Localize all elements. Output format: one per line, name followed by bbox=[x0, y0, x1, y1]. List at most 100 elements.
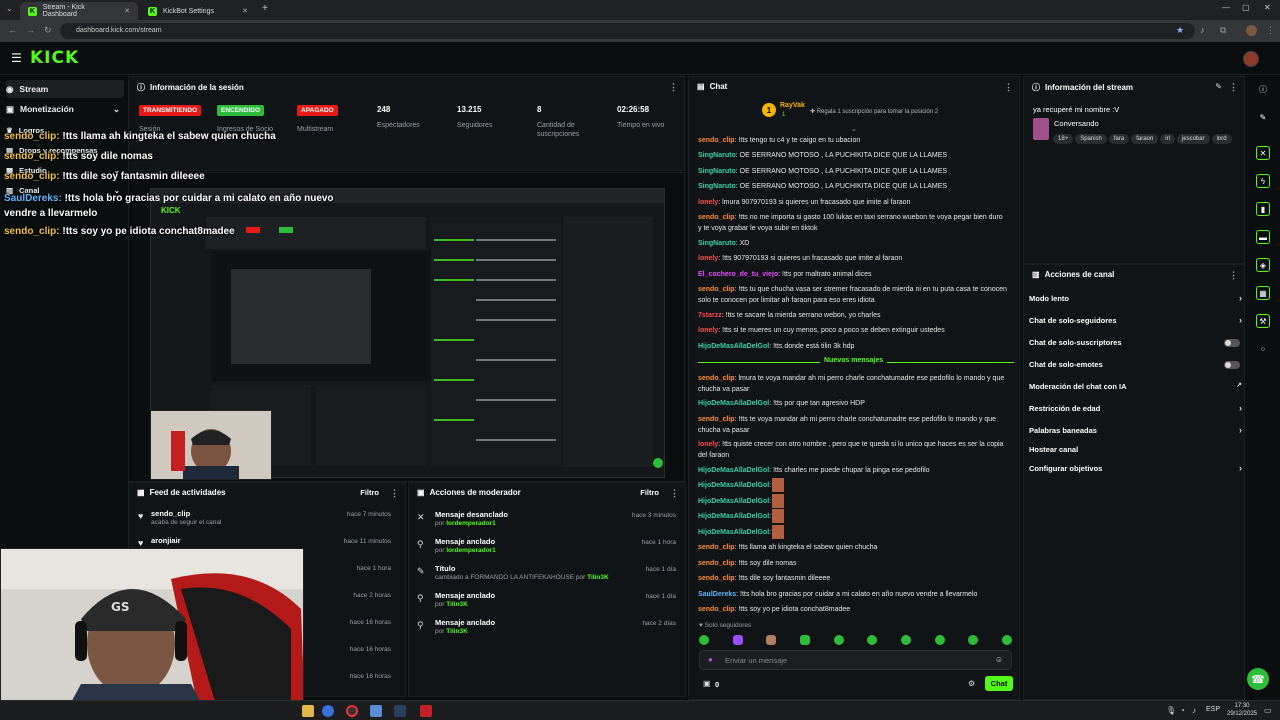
emote-icon[interactable] bbox=[900, 635, 911, 645]
clip-tool-icon[interactable]: ▮ bbox=[1256, 202, 1270, 216]
hamburger-menu-icon[interactable]: ☰ bbox=[11, 51, 22, 65]
emote-icon[interactable] bbox=[732, 635, 743, 645]
flash-tool-icon[interactable]: ϟ bbox=[1256, 174, 1270, 188]
profile-avatar[interactable] bbox=[1246, 25, 1257, 36]
language-indicator[interactable]: ESP bbox=[1206, 706, 1220, 713]
mic-icon[interactable]: ● bbox=[708, 655, 713, 664]
action-ai-moderation[interactable]: Moderación del chat con IA ↗ bbox=[1029, 382, 1244, 396]
forward-icon[interactable]: → bbox=[26, 25, 35, 35]
mod-by-user[interactable]: Tilin3K bbox=[446, 601, 468, 608]
reload-icon[interactable]: ↻ bbox=[44, 25, 52, 36]
action-goals[interactable]: Configurar objetivos › bbox=[1029, 463, 1244, 478]
feed-name[interactable]: aronjiair bbox=[151, 536, 181, 545]
more-options-icon[interactable]: ⋮ bbox=[1229, 270, 1238, 281]
moderator-filter-button[interactable]: Filtro bbox=[640, 488, 659, 497]
chat-username[interactable]: SingNaruto bbox=[698, 152, 736, 159]
emote-icon[interactable] bbox=[867, 635, 878, 645]
chat-username[interactable]: SingNaruto bbox=[698, 183, 736, 190]
chat-username[interactable]: El_cochero_de_tu_viejo bbox=[698, 271, 778, 278]
points-icon[interactable]: ▣ bbox=[703, 679, 711, 688]
leader-username[interactable]: RayVak bbox=[780, 102, 805, 109]
chat-send-button[interactable]: Chat bbox=[985, 676, 1013, 691]
sidebar-item-stream[interactable]: ◉ Stream bbox=[6, 80, 124, 98]
close-icon[interactable]: ✕ bbox=[124, 7, 130, 15]
edit-icon[interactable]: ✎ bbox=[1215, 82, 1222, 91]
emote-icon[interactable] bbox=[968, 635, 979, 645]
back-icon[interactable]: ← bbox=[8, 25, 17, 35]
tag[interactable]: 18+ bbox=[1053, 134, 1074, 144]
help-chat-icon[interactable]: ☎ bbox=[1247, 668, 1269, 690]
emote-icon[interactable] bbox=[833, 635, 844, 645]
apps-tool-icon[interactable]: ⁘ bbox=[1256, 342, 1270, 356]
maximize-icon[interactable]: ▢ bbox=[1242, 3, 1250, 12]
chat-username[interactable]: HijoDeMasAllaDelGol bbox=[698, 343, 769, 350]
chat-tool-icon[interactable]: ▬ bbox=[1256, 230, 1270, 244]
tag[interactable]: faraon bbox=[1131, 134, 1159, 144]
obs-icon[interactable] bbox=[346, 705, 358, 717]
action-subscribers-only[interactable]: Chat de solo-suscriptores bbox=[1029, 338, 1244, 352]
chat-username[interactable]: HijoDeMasAllaDelGol bbox=[698, 400, 769, 407]
chat-username[interactable]: sendo_clip bbox=[698, 214, 735, 221]
feed-filter-button[interactable]: Filtro bbox=[360, 488, 379, 497]
chat-username[interactable]: HijoDeMasAllaDelGol bbox=[698, 529, 769, 536]
info-icon[interactable]: ⓘ bbox=[1256, 82, 1270, 96]
chat-username[interactable]: lonely bbox=[698, 327, 718, 334]
chat-username[interactable]: SingNaruto bbox=[698, 168, 736, 175]
notifications-icon[interactable]: ▭ bbox=[1264, 706, 1272, 715]
volume-icon[interactable]: ♪ bbox=[1192, 706, 1196, 715]
settings-gear-icon[interactable]: ⚙ bbox=[968, 679, 975, 688]
tag[interactable]: lord bbox=[1211, 134, 1232, 144]
url-field[interactable]: dashboard.kick.com/stream bbox=[60, 23, 1195, 39]
emote-icon[interactable] bbox=[799, 635, 810, 645]
user-avatar[interactable] bbox=[1243, 51, 1259, 67]
chat-username[interactable]: HijoDeMasAllaDelGol bbox=[698, 498, 769, 505]
chat-username[interactable]: lonely bbox=[698, 441, 718, 448]
chat-input[interactable]: ● Enviar un mensaje ☺ bbox=[699, 650, 1012, 670]
tab-search-icon[interactable]: ⌄ bbox=[6, 4, 13, 13]
emote-icon[interactable] bbox=[766, 635, 777, 645]
tag[interactable]: jescobar bbox=[1176, 134, 1210, 144]
emote-icon[interactable] bbox=[1001, 635, 1012, 645]
more-options-icon[interactable]: ⋮ bbox=[669, 82, 678, 93]
category-name[interactable]: Conversando bbox=[1054, 119, 1099, 128]
wrench-tool-icon[interactable]: ⚒ bbox=[1256, 314, 1270, 328]
bookmark-star-icon[interactable]: ★ bbox=[1176, 25, 1184, 36]
chat-username[interactable]: HijoDeMasAllaDelGol bbox=[698, 467, 769, 474]
mod-by-user[interactable]: lordemperador1 bbox=[446, 547, 496, 554]
chat-username[interactable]: HijoDeMasAllaDelGol bbox=[698, 482, 769, 489]
chevron-down-icon[interactable]: ⌄ bbox=[851, 125, 857, 133]
chat-username[interactable]: sendo_clip bbox=[698, 137, 735, 144]
more-options-icon[interactable]: ⋮ bbox=[390, 488, 399, 499]
chat-username[interactable]: lonely bbox=[698, 199, 718, 206]
chat-username[interactable]: lonely bbox=[698, 255, 718, 262]
new-tab-icon[interactable]: + bbox=[262, 3, 268, 14]
chat-username[interactable]: sendo_clip bbox=[698, 560, 735, 567]
browser-menu-icon[interactable]: ⋮ bbox=[1266, 25, 1275, 36]
app-icon[interactable] bbox=[370, 705, 382, 717]
tab-stream-dashboard[interactable]: K Stream - Kick Dashboard ✕ bbox=[20, 2, 138, 20]
chat-username[interactable]: sendo_clip bbox=[698, 575, 735, 582]
tag[interactable]: Spanish bbox=[1075, 134, 1107, 144]
emoji-icon[interactable]: ☺ bbox=[995, 655, 1003, 664]
emote-icon[interactable] bbox=[699, 635, 709, 645]
close-icon[interactable]: ✕ bbox=[242, 7, 248, 15]
tag[interactable]: fara bbox=[1108, 134, 1130, 144]
more-options-icon[interactable]: ⋮ bbox=[1229, 82, 1238, 93]
steam-icon[interactable] bbox=[394, 705, 406, 717]
mod-by-user[interactable]: Tilin3K bbox=[446, 628, 468, 635]
chat-username[interactable]: 7starzz bbox=[698, 312, 722, 319]
emote-icon[interactable] bbox=[934, 635, 945, 645]
more-options-icon[interactable]: ⋮ bbox=[670, 488, 679, 499]
minimize-icon[interactable]: — bbox=[1222, 3, 1230, 12]
browser-icon[interactable] bbox=[322, 705, 334, 717]
file-explorer-icon[interactable] bbox=[302, 705, 314, 717]
toggle-switch[interactable] bbox=[1224, 339, 1240, 347]
chat-username[interactable]: sendo_clip bbox=[698, 375, 735, 382]
feed-name[interactable]: sendo_clip bbox=[151, 509, 190, 518]
edit-icon[interactable]: ✎ bbox=[1256, 110, 1270, 124]
action-emotes-only[interactable]: Chat de solo-emotes bbox=[1029, 360, 1244, 374]
action-age-restriction[interactable]: Restricción de edad › bbox=[1029, 403, 1244, 418]
chat-username[interactable]: sendo_clip bbox=[698, 544, 735, 551]
category-thumbnail[interactable] bbox=[1033, 118, 1049, 140]
window-close-icon[interactable]: ✕ bbox=[1264, 3, 1271, 12]
